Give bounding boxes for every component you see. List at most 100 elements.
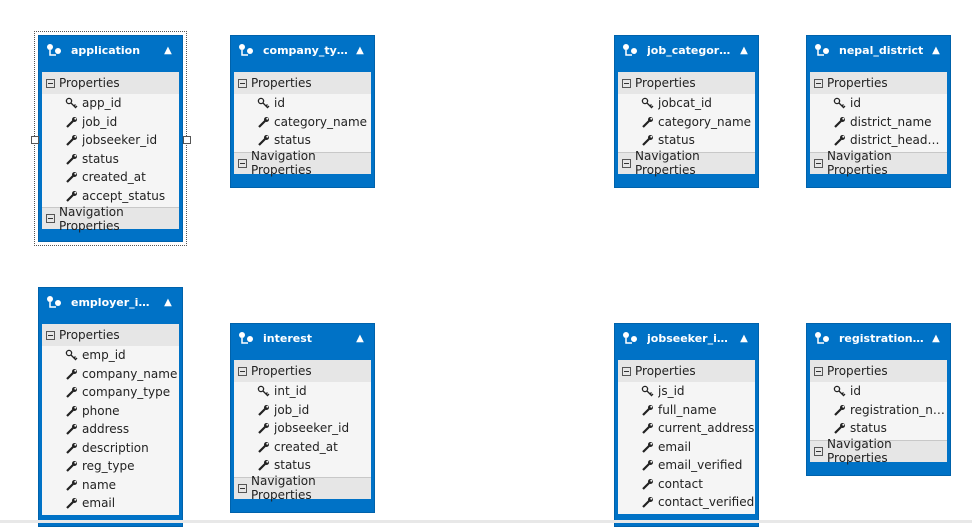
collapse-chevron-icon[interactable]: ▲	[157, 45, 179, 56]
collapse-square-icon[interactable]	[238, 79, 247, 88]
property-name: name	[82, 478, 116, 492]
collapse-square-icon[interactable]	[238, 484, 247, 493]
entity-header[interactable]: jobseeker_info ▲	[618, 324, 755, 352]
property-row[interactable]: status	[234, 456, 371, 475]
property-row[interactable]: app_id	[42, 94, 179, 113]
entity-icon	[237, 330, 257, 346]
collapse-square-icon[interactable]	[814, 367, 823, 376]
property-row[interactable]: contact	[618, 475, 755, 494]
properties-section-header[interactable]: Properties	[810, 72, 947, 94]
resize-handle-left[interactable]	[31, 136, 39, 144]
property-row[interactable]: company_type	[42, 383, 179, 402]
property-row[interactable]: status	[42, 150, 179, 169]
properties-section-header[interactable]: Properties	[810, 360, 947, 382]
wrench-icon	[257, 459, 271, 471]
property-row[interactable]: jobcat_id	[618, 94, 755, 113]
entity-header[interactable]: company_type ▲	[234, 36, 371, 64]
property-row[interactable]: category_name	[618, 113, 755, 132]
property-row[interactable]: phone	[42, 402, 179, 421]
properties-section-header[interactable]: Properties	[618, 72, 755, 94]
property-row[interactable]: registration_name	[810, 401, 947, 420]
collapse-square-icon[interactable]	[814, 447, 823, 456]
collapse-square-icon[interactable]	[46, 331, 55, 340]
property-row[interactable]: address	[42, 420, 179, 439]
entity-employer-info[interactable]: employer_info ▲ Properties emp_id company…	[38, 287, 183, 527]
property-row[interactable]: jobseeker_id	[234, 419, 371, 438]
entity-header[interactable]: application ▲	[42, 36, 179, 64]
entity-title: registration_t...	[839, 332, 925, 345]
navigation-properties-header[interactable]: Navigation Properties	[234, 477, 371, 499]
collapse-square-icon[interactable]	[238, 367, 247, 376]
property-row[interactable]: id	[810, 94, 947, 113]
entity-header[interactable]: interest ▲	[234, 324, 371, 352]
collapse-chevron-icon[interactable]: ▲	[349, 45, 371, 56]
navigation-properties-header[interactable]: Navigation Properties	[42, 207, 179, 229]
entity-title: job_categories	[647, 44, 733, 57]
collapse-chevron-icon[interactable]: ▲	[733, 45, 755, 56]
property-row[interactable]: created_at	[42, 168, 179, 187]
entity-header[interactable]: employer_info ▲	[42, 288, 179, 316]
entity-registration-type[interactable]: registration_t... ▲ Properties id registr…	[806, 323, 951, 476]
collapse-chevron-icon[interactable]: ▲	[157, 297, 179, 308]
properties-section-header[interactable]: Properties	[42, 72, 179, 94]
property-row[interactable]: email	[618, 438, 755, 457]
collapse-square-icon[interactable]	[238, 159, 247, 168]
collapse-square-icon[interactable]	[814, 79, 823, 88]
property-row[interactable]: int_id	[234, 382, 371, 401]
navigation-properties-header[interactable]: Navigation Properties	[618, 152, 755, 174]
property-row[interactable]: job_id	[42, 113, 179, 132]
entity-jobseeker-info[interactable]: jobseeker_info ▲ Properties js_id full_na…	[614, 323, 759, 527]
navigation-properties-header[interactable]: Navigation Properties	[234, 152, 371, 174]
collapse-square-icon[interactable]	[46, 214, 55, 223]
entity-interest[interactable]: interest ▲ Properties int_id job_id jobsee…	[230, 323, 375, 513]
collapse-chevron-icon[interactable]: ▲	[733, 333, 755, 344]
property-row[interactable]: emp_id	[42, 346, 179, 365]
property-row[interactable]: company_name	[42, 365, 179, 384]
property-row[interactable]: district_name	[810, 113, 947, 132]
properties-section-header[interactable]: Properties	[234, 360, 371, 382]
entity-header[interactable]: job_categories ▲	[618, 36, 755, 64]
property-row[interactable]: full_name	[618, 401, 755, 420]
property-row[interactable]: category_name	[234, 113, 371, 132]
collapse-chevron-icon[interactable]: ▲	[925, 45, 947, 56]
property-row[interactable]: id	[234, 94, 371, 113]
properties-section-header[interactable]: Properties	[234, 72, 371, 94]
navigation-properties-header[interactable]: Navigation Properties	[810, 440, 947, 462]
collapse-square-icon[interactable]	[622, 79, 631, 88]
property-row[interactable]: description	[42, 439, 179, 458]
navigation-properties-header[interactable]: Navigation Properties	[810, 152, 947, 174]
property-row[interactable]: reg_type	[42, 457, 179, 476]
property-row[interactable]: job_id	[234, 401, 371, 420]
property-row[interactable]: district_headqua...	[810, 131, 947, 150]
entity-application[interactable]: application ▲ Properties app_id job_id job…	[38, 35, 183, 242]
entity-header[interactable]: nepal_district ▲	[810, 36, 947, 64]
entity-nepal-district[interactable]: nepal_district ▲ Properties id district_n…	[806, 35, 951, 188]
wrench-icon	[257, 422, 271, 434]
property-row[interactable]: name	[42, 476, 179, 495]
property-row[interactable]: status	[618, 131, 755, 150]
collapse-square-icon[interactable]	[46, 79, 55, 88]
property-row[interactable]: js_id	[618, 382, 755, 401]
properties-section-header[interactable]: Properties	[618, 360, 755, 382]
collapse-square-icon[interactable]	[622, 367, 631, 376]
collapse-chevron-icon[interactable]: ▲	[349, 333, 371, 344]
wrench-icon	[641, 134, 655, 146]
property-row[interactable]: contact_verified	[618, 493, 755, 512]
property-row[interactable]: email	[42, 494, 179, 513]
collapse-square-icon[interactable]	[814, 159, 823, 168]
entity-job-categories[interactable]: job_categories ▲ Properties jobcat_id cat…	[614, 35, 759, 188]
property-row[interactable]: current_address	[618, 419, 755, 438]
property-row[interactable]: status	[810, 419, 947, 438]
property-row[interactable]: id	[810, 382, 947, 401]
property-row[interactable]: accept_status	[42, 187, 179, 206]
collapse-square-icon[interactable]	[622, 159, 631, 168]
collapse-chevron-icon[interactable]: ▲	[925, 333, 947, 344]
entity-company-type[interactable]: company_type ▲ Properties id category_nam…	[230, 35, 375, 188]
resize-handle-right[interactable]	[183, 136, 191, 144]
property-row[interactable]: jobseeker_id	[42, 131, 179, 150]
property-row[interactable]: created_at	[234, 438, 371, 457]
property-row[interactable]: status	[234, 131, 371, 150]
properties-section-header[interactable]: Properties	[42, 324, 179, 346]
property-row[interactable]: email_verified	[618, 456, 755, 475]
entity-header[interactable]: registration_t... ▲	[810, 324, 947, 352]
